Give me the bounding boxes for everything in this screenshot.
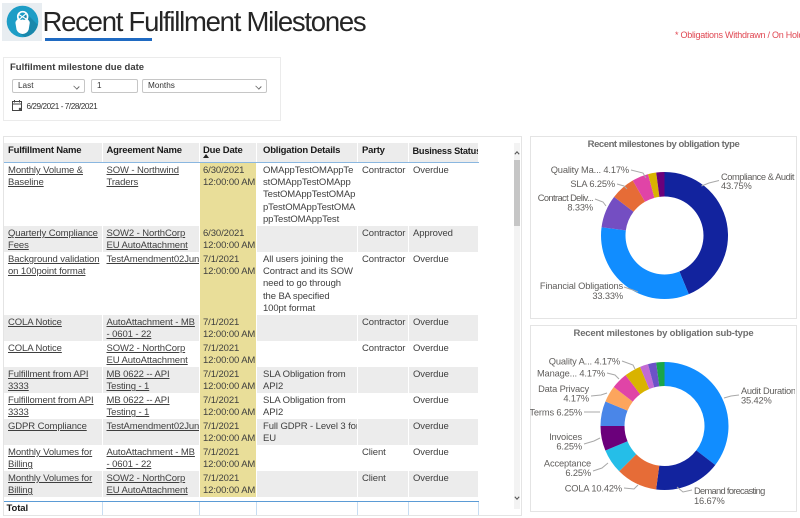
svg-text:33.33%: 33.33%	[592, 291, 623, 301]
svg-text:Manage... 4.17%: Manage... 4.17%	[537, 369, 605, 379]
svg-text:43.75%: 43.75%	[721, 181, 752, 191]
svg-text:COLA 10.42%: COLA 10.42%	[565, 484, 622, 494]
svg-text:Quality Ma... 4.17%: Quality Ma... 4.17%	[551, 165, 629, 175]
svg-text:Demand forecasting: Demand forecasting	[694, 486, 765, 496]
svg-text:Data Privacy: Data Privacy	[538, 384, 589, 394]
svg-text:4.17%: 4.17%	[563, 394, 589, 404]
svg-text:SLA 6.25%: SLA 6.25%	[570, 179, 615, 189]
svg-text:Quality A... 4.17%: Quality A... 4.17%	[549, 357, 620, 367]
svg-text:6.25%: 6.25%	[565, 468, 591, 478]
svg-text:Acceptance: Acceptance	[544, 459, 591, 469]
svg-text:Contract Deliv...: Contract Deliv...	[538, 193, 593, 203]
svg-text:35.42%: 35.42%	[741, 396, 772, 406]
svg-text:6.25%: 6.25%	[556, 442, 582, 452]
svg-text:Invoices: Invoices	[549, 432, 582, 442]
svg-text:Financial Obligations: Financial Obligations	[540, 281, 624, 291]
svg-text:8.33%: 8.33%	[567, 203, 593, 213]
svg-text:Audit Duration: Audit Duration	[741, 386, 795, 396]
svg-text:Terms 6.25%: Terms 6.25%	[530, 408, 582, 418]
svg-text:16.67%: 16.67%	[694, 496, 725, 506]
